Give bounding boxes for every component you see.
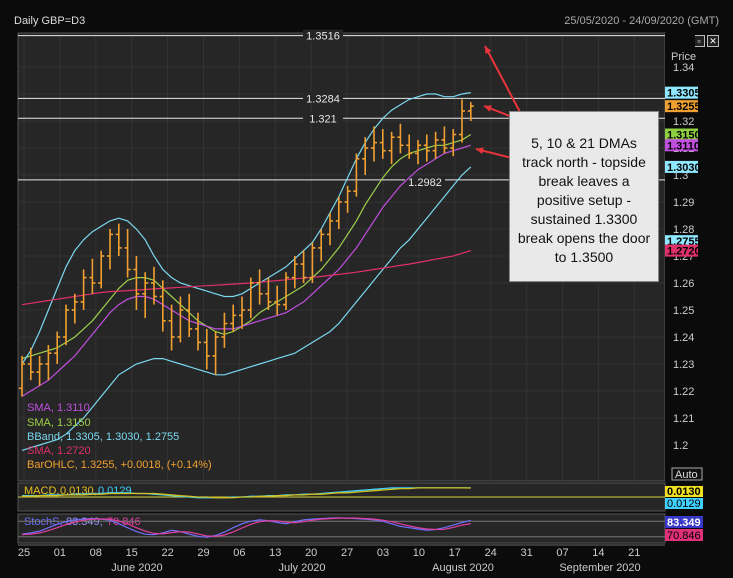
legend-bband: BBand, 1.3305, 1.3030, 1.2755 — [27, 431, 180, 443]
x-tick-label: 14 — [592, 547, 604, 559]
price-badge-label: 1.3305 — [667, 88, 701, 100]
x-tick-label: 07 — [556, 547, 568, 559]
x-tick-label: 03 — [377, 547, 389, 559]
x-tick-label: 24 — [485, 547, 497, 559]
x-tick-label: 25 — [18, 547, 30, 559]
x-tick-label: 08 — [90, 547, 102, 559]
legend-sma-10: SMA, 1.3150 — [27, 417, 91, 429]
macd-badge-2-label: 0.0129 — [667, 498, 701, 510]
y-tick-label: 1.29 — [673, 197, 694, 209]
x-tick-label: 29 — [197, 547, 209, 559]
x-tick-label: 31 — [520, 547, 532, 559]
level-label: 1.2982 — [408, 177, 442, 189]
price-badge-label: 1.2720 — [667, 246, 701, 258]
level-label: 1.3516 — [306, 31, 340, 43]
x-tick-label: 06 — [233, 547, 245, 559]
y-tick-label: 1.28 — [673, 224, 694, 236]
price-badge-label: 1.3110 — [667, 140, 700, 152]
y-tick-label: 1.21 — [673, 413, 694, 425]
y-tick-label: 1.24 — [673, 332, 694, 344]
legend-barohlc: BarOHLC, 1.3255, +0.0018, (+0.14%) — [27, 459, 212, 471]
level-label: 1.321 — [309, 113, 337, 125]
x-tick-label: 10 — [413, 547, 425, 559]
macd-badge-1-label: 0.0130 — [667, 486, 701, 498]
x-tick-label: 17 — [449, 547, 461, 559]
stoch-value-1: 83.349, — [66, 516, 103, 528]
legend-sma-100: SMA, 1.2720 — [27, 445, 91, 457]
chart-canvas: 25 01 08 15 22 29 06 13 20 27 03 10 17 24 31 07 14 21 June… — [17, 29, 703, 574]
x-tick-label: 20 — [305, 547, 317, 559]
y-tick-label: 1.34 — [673, 62, 694, 74]
stoch-badge-2-label: 70.846 — [667, 530, 701, 542]
x-month-label: August 2020 — [432, 562, 494, 574]
legend-sma-21: SMA, 1.3110 — [27, 402, 90, 414]
y-tick-label: 1.32 — [673, 116, 694, 128]
x-tick-label: 27 — [341, 547, 353, 559]
annotation-text: 5, 10 & 21 DMAs track north - topside br… — [517, 135, 651, 265]
stoch-badge-1-label: 83.349 — [667, 517, 701, 529]
annotation-box: 5, 10 & 21 DMAs track north - topside br… — [509, 111, 659, 282]
x-month-label: September 2020 — [559, 562, 640, 574]
x-tick-label: 01 — [54, 547, 66, 559]
price-badge-label: 1.3030 — [667, 162, 701, 174]
y-tick-label: 1.23 — [673, 359, 694, 371]
macd-value-2: 0.0129 — [98, 485, 132, 497]
x-tick-label: 15 — [126, 547, 138, 559]
x-tick-label: 21 — [628, 547, 640, 559]
x-tick-label: 13 — [269, 547, 281, 559]
chart-window: Daily GBP=D3 25/05/2020 - 24/09/2020 (GM… — [0, 0, 733, 578]
x-tick-label: 22 — [161, 547, 173, 559]
y-tick-label: 1.26 — [673, 278, 694, 290]
auto-label: Auto — [675, 469, 698, 481]
y-tick-label: 1.2 — [673, 440, 688, 452]
price-badge-label: 1.3255 — [667, 101, 701, 113]
stoch-label: StochS, — [24, 516, 63, 528]
level-label: 1.3284 — [306, 93, 340, 105]
y-tick-label: 1.22 — [673, 386, 694, 398]
x-month-label: July 2020 — [278, 562, 325, 574]
x-month-label: June 2020 — [111, 562, 162, 574]
y-tick-label: 1.25 — [673, 305, 694, 317]
